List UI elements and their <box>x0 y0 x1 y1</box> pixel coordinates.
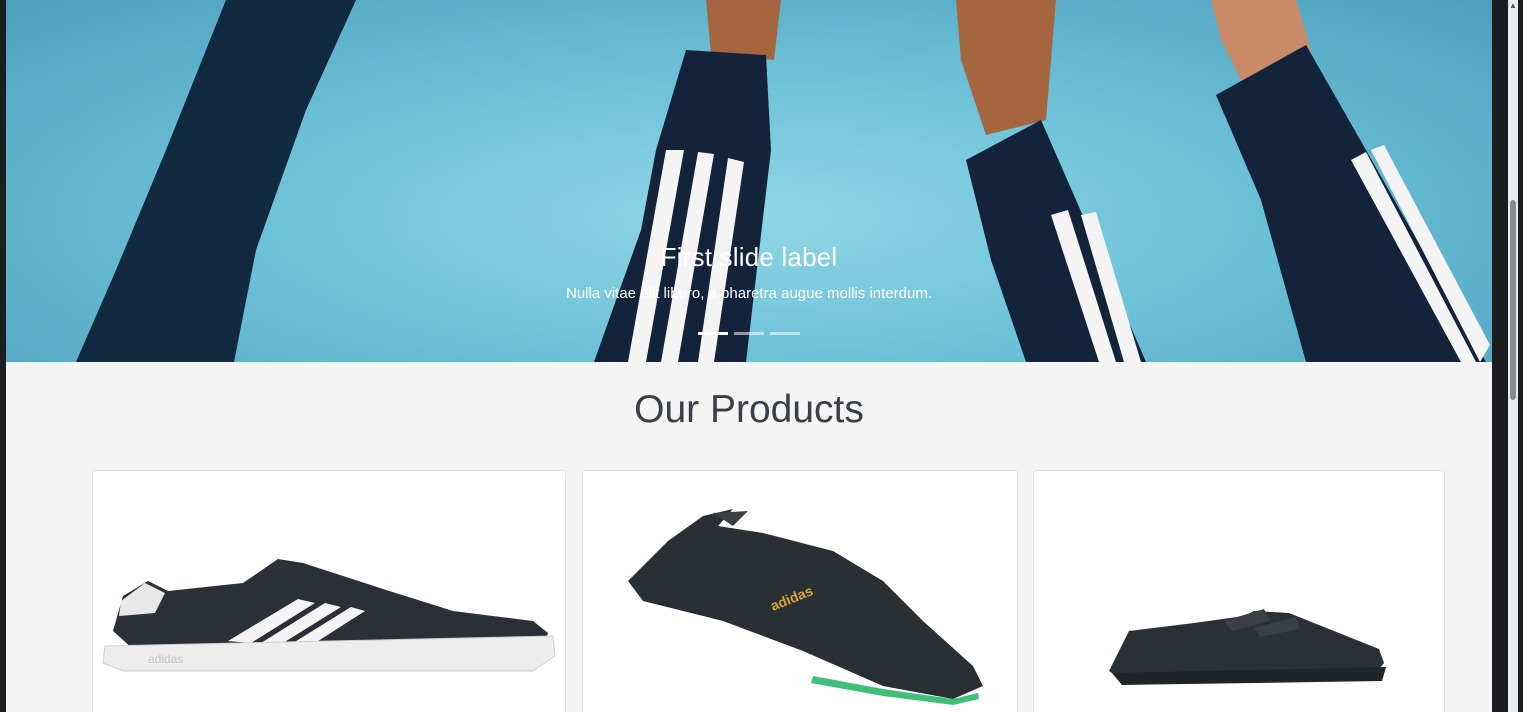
carousel-indicator-2[interactable] <box>734 332 764 335</box>
hero-image <box>76 0 1490 362</box>
slide-text: Nulla vitae elit libero, a pharetra augu… <box>565 285 933 302</box>
slide-label: First slide label <box>660 242 838 272</box>
carousel-indicator-1[interactable] <box>698 332 728 335</box>
carousel-caption: First slide label Nulla vitae elit liber… <box>6 242 1492 302</box>
section-title: Our Products <box>634 388 864 431</box>
product-image-3 <box>1109 609 1386 685</box>
product-card-1[interactable]: adidas <box>92 470 566 712</box>
hero-carousel[interactable]: First slide label Nulla vitae elit liber… <box>6 0 1492 362</box>
product-card-3[interactable] <box>1033 470 1445 712</box>
scroll-up-arrow-icon[interactable]: ▲ <box>1507 0 1519 12</box>
carousel-indicators <box>6 332 1492 335</box>
product-card-2[interactable]: adidas <box>582 470 1018 712</box>
product-image-2: adidas <box>628 509 983 705</box>
scrollbar[interactable]: ▲ <box>1494 0 1523 712</box>
page: First slide label Nulla vitae elit liber… <box>6 0 1492 712</box>
scrollbar-thumb[interactable] <box>1510 200 1516 400</box>
product-image-1: adidas <box>102 559 556 672</box>
carousel-indicator-3[interactable] <box>770 332 800 335</box>
product-logo-1: adidas <box>148 652 183 666</box>
